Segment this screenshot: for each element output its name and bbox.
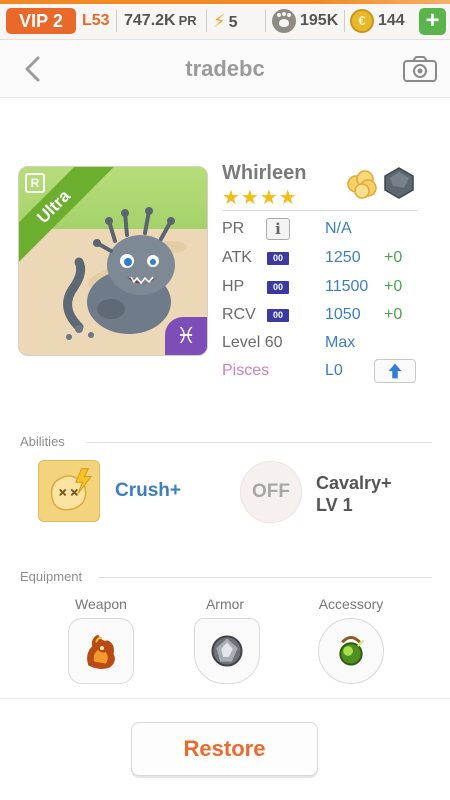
- zodiac-label: Pisces: [222, 362, 270, 379]
- stat-row-zodiac: Pisces L0: [222, 358, 422, 384]
- vip-badge[interactable]: VIP 2: [6, 8, 76, 34]
- flaming-beast-weapon-icon: [87, 634, 115, 670]
- stat-value: N/A: [325, 220, 352, 237]
- zodiac-level: L0: [325, 362, 343, 379]
- divider: [265, 10, 266, 32]
- divider: [86, 442, 432, 443]
- abilities-heading: Abilities: [20, 434, 65, 449]
- stat-row-atk: ATK 00 1250 +0: [222, 245, 422, 271]
- divider: [98, 577, 432, 578]
- stat-value: 11500: [325, 278, 369, 295]
- paw-food-icon: [272, 9, 296, 33]
- add-gold-button[interactable]: +: [419, 8, 446, 35]
- weapon-slot[interactable]: [68, 618, 134, 684]
- secondary-ability-toggle[interactable]: OFF: [240, 461, 302, 523]
- stat-plus-badge: 00: [267, 252, 289, 265]
- pr-value: 747.2K: [124, 12, 176, 29]
- stat-label: PR: [222, 220, 245, 237]
- stat-row-hp: HP 00 11500 +0: [222, 274, 422, 300]
- stat-value: 1050: [325, 306, 361, 323]
- divider: [222, 210, 418, 211]
- player-level: L53: [82, 12, 110, 29]
- armor-slot[interactable]: [194, 618, 260, 684]
- arrow-up-icon: [388, 363, 402, 379]
- zodiac-upgrade-button[interactable]: [374, 359, 416, 383]
- stat-bonus: +0: [384, 278, 403, 295]
- rock-element-icon[interactable]: [382, 166, 416, 200]
- primary-ability-name[interactable]: Crush+: [115, 480, 181, 502]
- stat-plus-badge: 00: [267, 281, 289, 294]
- page-title: tradebc: [185, 56, 265, 81]
- accessory-label: Accessory: [318, 596, 384, 612]
- stat-plus-badge: 00: [267, 309, 289, 322]
- energy-counter: ⚡ 5: [213, 8, 238, 34]
- green-orb-accessory-icon: [339, 635, 365, 666]
- level-label: Level 60: [222, 334, 283, 351]
- back-button[interactable]: [18, 54, 48, 84]
- divider: [344, 10, 345, 32]
- progress-stripe: [0, 0, 450, 4]
- pr-unit: PR: [178, 13, 197, 28]
- page-header: tradebc: [0, 40, 450, 98]
- secondary-ability-level: LV 1: [316, 495, 353, 515]
- camera-button[interactable]: [402, 54, 438, 84]
- stat-row-rcv: RCV 00 1050 +0: [222, 302, 422, 328]
- level-value: Max: [325, 334, 356, 351]
- stat-row-level: Level 60 Max: [222, 330, 422, 356]
- weapon-label: Weapon: [75, 596, 127, 612]
- divider: [206, 10, 207, 32]
- stat-label: ATK: [222, 249, 252, 266]
- puff-food-icon[interactable]: [345, 168, 379, 200]
- stat-value: 1250: [325, 249, 361, 266]
- stat-bonus: +0: [384, 249, 403, 266]
- secondary-ability-name[interactable]: Cavalry+ LV 1: [316, 472, 392, 516]
- crush-ability-icon[interactable]: [38, 460, 100, 522]
- armor-label: Armor: [205, 596, 245, 612]
- pet-portrait[interactable]: Ultra R ♓: [18, 166, 208, 356]
- stat-label: RCV: [222, 306, 256, 323]
- resource-bar: VIP 2 L53 747.2KPR ⚡5 195K 144 +: [0, 0, 450, 40]
- gold-coin-icon: [350, 9, 374, 33]
- food-value: 195K: [300, 12, 339, 29]
- equipment-heading: Equipment: [20, 569, 83, 584]
- rarity-r-icon: R: [25, 173, 45, 193]
- divider: [116, 10, 117, 32]
- chevron-left-icon: [25, 56, 40, 82]
- restore-button[interactable]: Restore: [131, 722, 318, 776]
- stat-label: HP: [222, 278, 245, 295]
- accessory-slot[interactable]: [318, 618, 384, 684]
- stat-bonus: +0: [384, 306, 403, 323]
- player-power-rating: 747.2K PR: [124, 8, 197, 34]
- pet-name: Whirleen: [222, 162, 307, 184]
- lightning-icon: ⚡: [213, 11, 226, 31]
- crystal-armor-icon: [211, 635, 243, 667]
- gold-value: 144: [378, 12, 405, 29]
- energy-value: 5: [228, 14, 238, 31]
- crush-fist-icon: [50, 468, 93, 511]
- info-icon[interactable]: i: [266, 218, 290, 240]
- stat-row-pr: PR i N/A: [222, 216, 422, 242]
- camera-icon: [403, 56, 437, 82]
- star-rating: ★★★★: [222, 187, 298, 209]
- secondary-ability-title: Cavalry+: [316, 473, 392, 493]
- pisces-icon: ♓: [165, 317, 207, 355]
